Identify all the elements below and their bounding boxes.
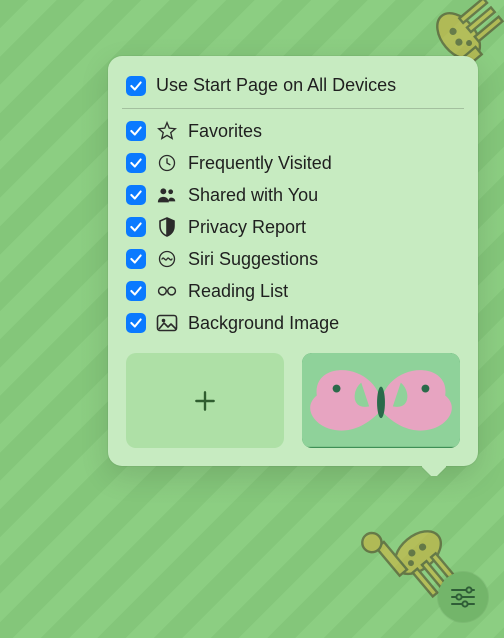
checkbox-checked[interactable] bbox=[126, 281, 146, 301]
checkbox-checked[interactable] bbox=[126, 185, 146, 205]
glasses-icon bbox=[156, 280, 178, 302]
item-label: Background Image bbox=[188, 313, 339, 334]
shared-with-you-row[interactable]: Shared with You bbox=[124, 179, 462, 211]
clock-icon bbox=[156, 152, 178, 174]
background-thumbnails bbox=[124, 353, 462, 448]
image-icon bbox=[156, 312, 178, 334]
plus-icon bbox=[192, 388, 218, 414]
checkbox-checked[interactable] bbox=[126, 217, 146, 237]
background-image-row[interactable]: Background Image bbox=[124, 307, 462, 339]
butterfly-wallpaper-preview bbox=[302, 353, 460, 447]
favorites-row[interactable]: Favorites bbox=[124, 115, 462, 147]
use-start-page-all-devices-row[interactable]: Use Start Page on All Devices bbox=[124, 70, 462, 106]
checkbox-checked[interactable] bbox=[126, 121, 146, 141]
add-background-button[interactable] bbox=[126, 353, 284, 448]
header-label: Use Start Page on All Devices bbox=[156, 75, 396, 96]
item-label: Favorites bbox=[188, 121, 262, 142]
star-icon bbox=[156, 120, 178, 142]
divider bbox=[122, 108, 464, 109]
siri-suggestions-row[interactable]: Siri Suggestions bbox=[124, 243, 462, 275]
checkbox-checked[interactable] bbox=[126, 313, 146, 333]
background-thumbnail-selected[interactable] bbox=[302, 353, 460, 448]
checkbox-checked[interactable] bbox=[126, 153, 146, 173]
checkbox-checked[interactable] bbox=[126, 249, 146, 269]
checkbox-checked[interactable] bbox=[126, 76, 146, 96]
customize-start-page-button[interactable] bbox=[438, 572, 488, 622]
people-icon bbox=[156, 184, 178, 206]
item-label: Frequently Visited bbox=[188, 153, 332, 174]
popover-tail bbox=[422, 464, 446, 476]
frequently-visited-row[interactable]: Frequently Visited bbox=[124, 147, 462, 179]
privacy-report-row[interactable]: Privacy Report bbox=[124, 211, 462, 243]
sliders-icon bbox=[449, 586, 477, 608]
item-label: Siri Suggestions bbox=[188, 249, 318, 270]
reading-list-row[interactable]: Reading List bbox=[124, 275, 462, 307]
siri-icon bbox=[156, 248, 178, 270]
item-label: Reading List bbox=[188, 281, 288, 302]
item-label: Shared with You bbox=[188, 185, 318, 206]
shield-icon bbox=[156, 216, 178, 238]
item-label: Privacy Report bbox=[188, 217, 306, 238]
start-page-options-popover: Use Start Page on All Devices Favorites … bbox=[108, 56, 478, 466]
